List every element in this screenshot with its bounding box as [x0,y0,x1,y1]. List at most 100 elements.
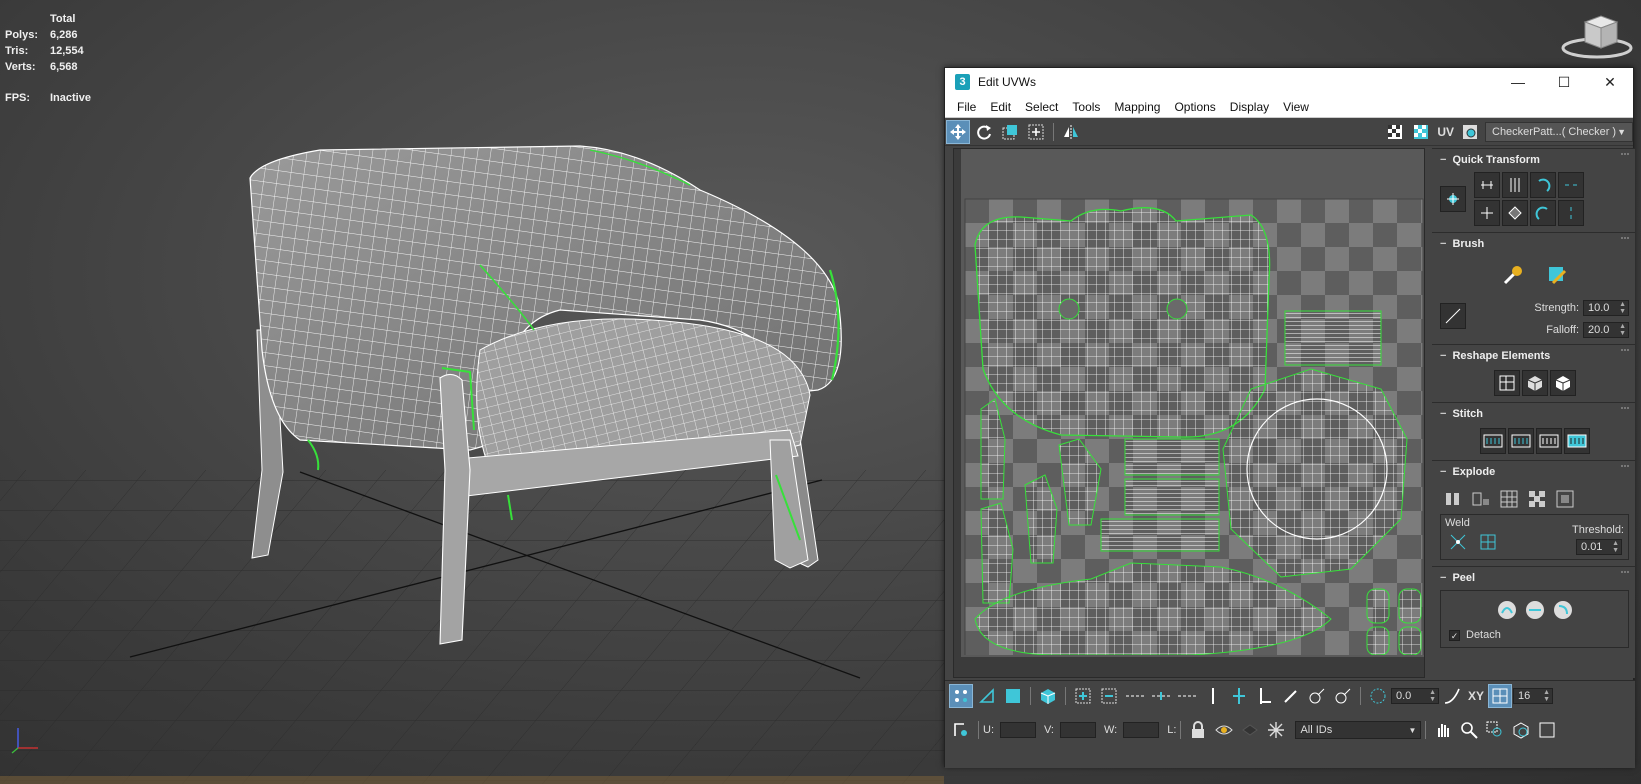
flatten-by-material-button[interactable] [1552,486,1578,512]
falloff-spinner[interactable]: 20.0 ▲ ▼ [1583,322,1629,338]
hide-selection-button[interactable] [1212,718,1236,742]
menu-tools[interactable]: Tools [1065,100,1107,114]
uv-axis-label[interactable]: UV [1437,125,1454,139]
texture-dropdown[interactable]: CheckerPatt...( Checker ) ▼ [1485,121,1633,142]
snap-value-spinner[interactable]: 16 ▲ ▼ [1513,688,1554,704]
grid-snap-button[interactable] [1488,684,1513,708]
paint-move-button[interactable] [1500,262,1526,288]
rotate-plus-90-button[interactable] [1530,200,1556,226]
checker-map-button[interactable] [1409,120,1433,144]
zoom-selected-button[interactable] [1535,718,1559,742]
menu-edit[interactable]: Edit [983,100,1018,114]
menu-display[interactable]: Display [1223,100,1276,114]
spinner-arrows-icon[interactable]: ▲ ▼ [1543,689,1552,703]
spinner-arrows-icon[interactable]: ▲ ▼ [1619,323,1628,337]
absolute-offset-button[interactable] [949,718,973,742]
ring-shrink-button[interactable] [1227,684,1251,708]
rollout-quick-transform-header[interactable]: − Quick Transform [1440,152,1629,168]
horizontal-scrollbar[interactable] [954,657,1424,677]
flatten-by-smoothing-button[interactable] [1524,486,1550,512]
threshold-spinner[interactable]: 0.01 ▲ ▼ [1576,539,1623,555]
detach-checkbox[interactable]: ✓ [1449,629,1460,641]
close-button[interactable]: ✕ [1587,68,1633,96]
rollout-grip-icon[interactable] [1621,407,1629,415]
edge-mode-button[interactable] [975,684,999,708]
mirror-tool-button[interactable] [1059,120,1083,144]
vertical-scrollbar[interactable] [954,149,961,677]
relax-until-flat-button[interactable] [1544,262,1570,288]
grow-selection-button[interactable] [1071,684,1095,708]
rollout-peel-header[interactable]: − Peel [1440,570,1629,586]
menu-file[interactable]: File [950,100,983,114]
stitch-custom-button[interactable] [1479,428,1506,454]
lock-selection-button[interactable] [1186,718,1210,742]
polygon-mode-button[interactable] [1001,684,1025,708]
stitch-to-source-button[interactable] [1507,428,1534,454]
peel-mode-button[interactable] [1522,597,1548,623]
dialog-titlebar[interactable]: 3 Edit UVWs — ☐ ✕ [945,68,1633,96]
scale-tool-button[interactable] [998,120,1022,144]
space-horizontal-button[interactable] [1558,172,1584,198]
weld-selected-button[interactable] [1445,529,1471,555]
rollout-grip-icon[interactable] [1621,237,1629,245]
zoom-extents-button[interactable] [1509,718,1533,742]
zoom-region-button[interactable] [1483,718,1507,742]
shrink-selection-button[interactable] [1097,684,1121,708]
stitch-to-target-button[interactable] [1563,428,1590,454]
rotate-angle-spinner[interactable]: 0.0 ▲ ▼ [1391,688,1439,704]
show-all-button[interactable] [1238,718,1262,742]
ring-grow-button[interactable] [1201,684,1225,708]
w-coordinate-field[interactable] [1123,722,1160,738]
rollout-grip-icon[interactable] [1621,571,1629,579]
spinner-arrows-icon[interactable]: ▲ ▼ [1429,689,1438,703]
move-tool-button[interactable] [946,119,970,144]
align-vertical-button[interactable] [1502,172,1528,198]
maximize-button[interactable]: ☐ [1541,68,1587,96]
element-mode-button[interactable] [1036,684,1060,708]
menu-view[interactable]: View [1276,100,1316,114]
spinner-arrows-icon[interactable]: ▲ ▼ [1619,301,1628,315]
detach-edge-button[interactable] [1468,486,1494,512]
set-pivot-button[interactable] [1440,186,1466,212]
paint-shrink-button[interactable] [1331,684,1355,708]
reset-peel-button[interactable] [1550,597,1576,623]
rollout-grip-icon[interactable] [1621,153,1629,161]
rotate-tool-button[interactable] [972,120,996,144]
strength-spinner[interactable]: 10.0 ▲ ▼ [1583,300,1629,316]
straighten-selection-button[interactable] [1493,370,1520,396]
brush-line-button[interactable] [1440,303,1466,329]
freeze-selection-button[interactable] [1264,718,1288,742]
flatten-by-polygon-button[interactable] [1496,486,1522,512]
soft-selection-button[interactable] [1440,684,1464,708]
xy-toggle[interactable]: XY [1468,689,1484,703]
stitch-to-average-button[interactable] [1535,428,1562,454]
relax-settings-button[interactable] [1549,370,1576,396]
rollout-explode-header[interactable]: − Explode [1440,464,1629,480]
paint-grow-button[interactable] [1305,684,1329,708]
v-coordinate-field[interactable] [1060,722,1096,738]
loop-shrink-button[interactable] [1149,684,1173,708]
rollout-grip-icon[interactable] [1621,349,1629,357]
detach-row[interactable]: ✓ Detach [1449,629,1620,641]
pan-button[interactable] [1431,718,1455,742]
relax-button[interactable] [1521,370,1548,396]
paint-select-button[interactable] [1279,684,1303,708]
minimize-button[interactable]: — [1495,68,1541,96]
u-coordinate-field[interactable] [1000,722,1036,738]
align-horizontal-button[interactable] [1474,172,1500,198]
loop-select-button[interactable] [1175,684,1199,708]
loop-grow-button[interactable] [1123,684,1147,708]
rotate-angle-button[interactable] [1366,684,1390,708]
texture-settings-button[interactable] [1458,120,1482,144]
rollout-brush-header[interactable]: − Brush [1440,236,1629,252]
menu-mapping[interactable]: Mapping [1107,100,1167,114]
material-id-dropdown[interactable]: All IDs ▼ [1295,721,1422,739]
spinner-arrows-icon[interactable]: ▲ ▼ [1612,540,1621,554]
viewcube-icon[interactable] [1555,10,1635,60]
edit-uvws-dialog[interactable]: 3 Edit UVWs — ☐ ✕ File Edit Select Tools… [944,67,1635,768]
show-map-button[interactable] [1383,120,1407,144]
rollout-reshape-header[interactable]: − Reshape Elements [1440,348,1629,364]
weld-all-button[interactable] [1475,529,1501,555]
align-to-edge-button[interactable] [1502,200,1528,226]
freeform-tool-button[interactable] [1024,120,1048,144]
